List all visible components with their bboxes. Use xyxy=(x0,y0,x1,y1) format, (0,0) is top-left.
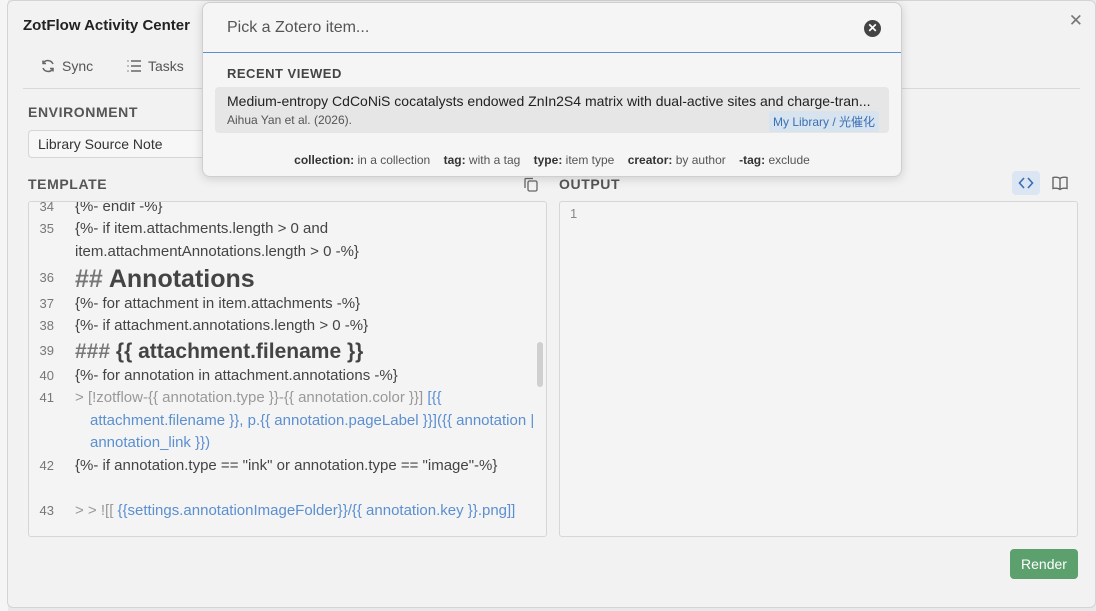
copy-icon[interactable] xyxy=(522,176,540,194)
image-embed-text: > > ![[ {{settings.annotationImageFolder… xyxy=(75,500,538,523)
line-number: 41 xyxy=(39,390,54,405)
callout-link-text: > [!zotflow-{{ annotation.type }}-{{ ann… xyxy=(75,387,538,455)
output-panel[interactable]: 1 xyxy=(559,201,1078,537)
line-number: 40 xyxy=(39,368,54,383)
code-view-icon xyxy=(1018,177,1034,189)
recent-item[interactable]: Medium-entropy CdCoNiS cocatalysts endow… xyxy=(215,87,889,133)
quote-marker: > > ![[ xyxy=(75,502,114,519)
line-number: 43 xyxy=(39,503,54,518)
tab-sync[interactable]: Sync xyxy=(40,58,93,74)
clear-icon[interactable]: ✕ xyxy=(864,20,881,37)
recent-viewed-label: RECENT VIEWED xyxy=(227,66,342,81)
output-label: OUTPUT xyxy=(559,176,621,192)
code-text: {%- for attachment in item.attachments -… xyxy=(75,295,361,312)
heading-text: Annotations xyxy=(108,265,255,293)
heading-hash: ### xyxy=(75,340,111,363)
code-text: {%- if annotation.type == "ink" or annot… xyxy=(75,457,498,474)
heading-filename: ### {{ attachment.filename }} xyxy=(75,339,538,365)
code-text: {%- for annotation in attachment.annotat… xyxy=(75,367,398,384)
recent-item-author: Aihua Yan et al. (2026). xyxy=(227,113,352,127)
line-number: 36 xyxy=(39,270,54,285)
line-number: 38 xyxy=(39,318,54,333)
preview-button[interactable] xyxy=(1046,171,1074,195)
hint-collection: collection: in a collection xyxy=(294,153,431,167)
recent-item-title: Medium-entropy CdCoNiS cocatalysts endow… xyxy=(227,93,871,109)
list-icon xyxy=(127,60,141,72)
template-label: TEMPLATE xyxy=(28,176,108,192)
hint-creator: creator: by author xyxy=(627,153,726,167)
line-number: 1 xyxy=(570,206,578,221)
heading-annotations: ## Annotations xyxy=(75,265,538,293)
tab-sync-label: Sync xyxy=(62,58,94,74)
line-number: 34 xyxy=(39,201,54,214)
code-text: {%- if attachment.annotations.length > 0… xyxy=(75,317,369,334)
heading-hash: ## xyxy=(75,265,103,293)
heading-text: {{ attachment.filename }} xyxy=(115,340,364,363)
image-embed-path: {{settings.annotationImageFolder}}/{{ an… xyxy=(117,502,516,519)
close-icon[interactable]: ✕ xyxy=(1069,11,1083,31)
hint-type: type: item type xyxy=(533,153,615,167)
picker-search-input[interactable]: Pick a Zotero item... xyxy=(203,3,901,53)
callout-type: [!zotflow-{{ annotation.type }}-{{ annot… xyxy=(87,389,424,406)
modal-title: ZotFlow Activity Center xyxy=(23,17,190,34)
book-preview-icon xyxy=(1052,176,1068,191)
environment-select[interactable]: Library Source Note xyxy=(28,130,218,158)
hint-tag: tag: with a tag xyxy=(443,153,521,167)
quote-marker: > xyxy=(75,389,84,406)
line-number: 35 xyxy=(39,221,54,236)
code-view-button[interactable] xyxy=(1012,171,1040,195)
recent-item-library-badge: My Library / 光催化 xyxy=(768,111,879,132)
line-number: 39 xyxy=(39,343,54,358)
template-editor[interactable]: 34 {%- endif -%} 35 {%- if item.attachme… xyxy=(28,201,547,537)
tab-tasks[interactable]: Tasks xyxy=(126,58,184,74)
line-number: 37 xyxy=(39,296,54,311)
code-text: {%- endif -%} xyxy=(75,201,163,215)
search-hints: collection: in a collection tag: with a … xyxy=(203,153,901,167)
editor-scrollbar[interactable] xyxy=(537,342,543,387)
code-text: {%- if item.attachments.length > 0 and i… xyxy=(75,220,359,260)
environment-label: ENVIRONMENT xyxy=(28,104,139,120)
zotero-item-picker: Pick a Zotero item... ✕ RECENT VIEWED Me… xyxy=(202,2,902,177)
output-view-toggle xyxy=(1012,171,1074,195)
tab-tasks-label: Tasks xyxy=(148,58,184,74)
line-number: 42 xyxy=(39,458,54,473)
render-button[interactable]: Render xyxy=(1010,549,1078,579)
refresh-icon xyxy=(42,59,54,73)
hint-exclude-tag: -tag: exclude xyxy=(739,153,810,167)
